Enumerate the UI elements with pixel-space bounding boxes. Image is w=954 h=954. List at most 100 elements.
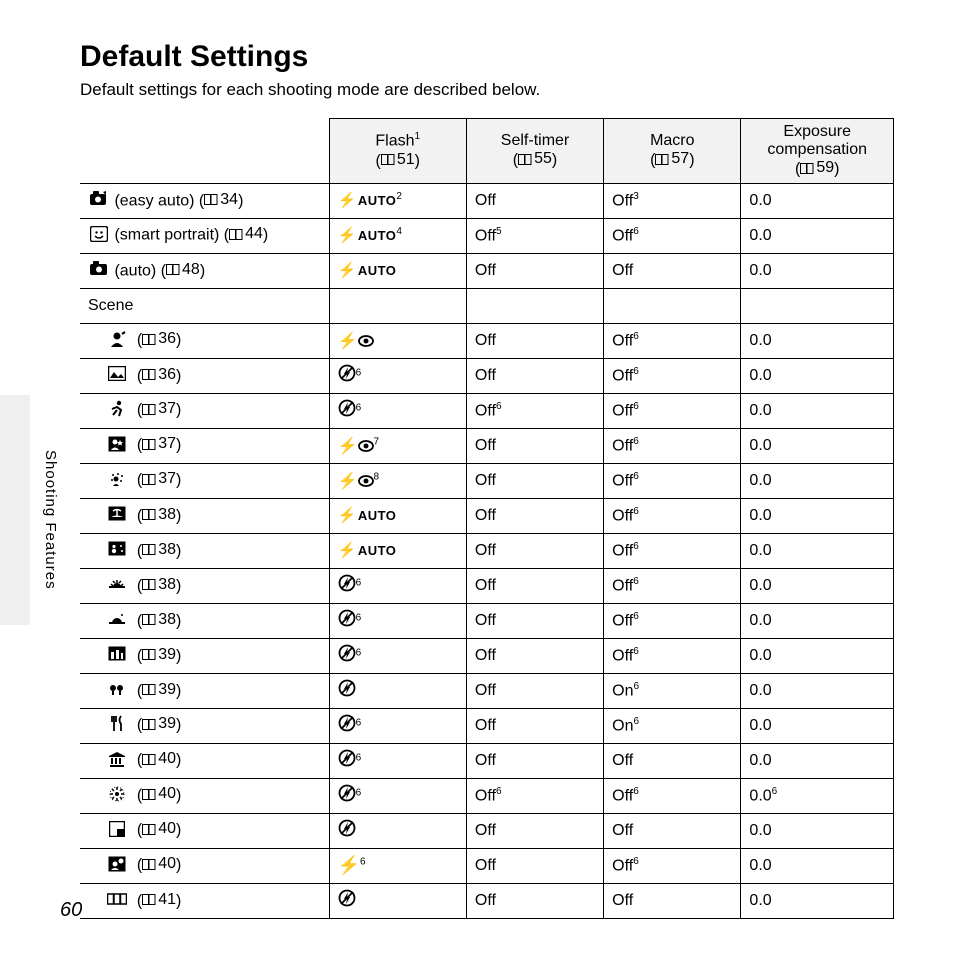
selftimer-cell: Off	[466, 603, 603, 638]
easy-auto-icon	[88, 191, 110, 210]
exposure-cell: 0.06	[741, 778, 894, 813]
mode-cell: (38)	[80, 533, 329, 568]
mode-cell: (39)	[80, 638, 329, 673]
museum-icon	[106, 751, 128, 771]
exposure-cell: 0.0	[741, 533, 894, 568]
macro-cell: Off6	[604, 603, 741, 638]
header-exposure: Exposure compensation (59)	[741, 119, 894, 184]
flash-cell: 6	[329, 603, 466, 638]
table-row: (smart portrait) (44)⚡AUTO4Off5Off60.0	[80, 218, 894, 253]
macro-cell: Off	[604, 883, 741, 918]
selftimer-cell: Off	[466, 813, 603, 848]
macro-cell: Off	[604, 813, 741, 848]
macro-cell: Off6	[604, 323, 741, 358]
header-mode	[80, 119, 329, 184]
selftimer-cell: Off	[466, 708, 603, 743]
exposure-cell: 0.0	[741, 708, 894, 743]
table-row: (40)⚡6OffOff60.0	[80, 848, 894, 883]
table-row: (39)OffOn60.0	[80, 673, 894, 708]
table-row: (37)⚡8OffOff60.0	[80, 463, 894, 498]
selftimer-cell: Off5	[466, 218, 603, 253]
macro-cell: Off6	[604, 393, 741, 428]
table-row: (40)OffOff0.0	[80, 813, 894, 848]
mode-label: (auto) (	[110, 262, 166, 279]
macro-cell: Off6	[604, 568, 741, 603]
mode-cell: (40)	[80, 848, 329, 883]
mode-cell: (38)	[80, 603, 329, 638]
table-row: (40)6OffOff0.0	[80, 743, 894, 778]
flash-cell: ⚡6	[329, 848, 466, 883]
flash-cell: 6	[329, 743, 466, 778]
macro-cell: Off	[604, 743, 741, 778]
flash-cell	[329, 813, 466, 848]
scene-header: Scene	[80, 288, 329, 323]
exposure-cell: 0.0	[741, 638, 894, 673]
settings-table: Flash1 (51) Self-timer (55) Macro (57) E…	[80, 118, 894, 919]
selftimer-cell: Off6	[466, 778, 603, 813]
table-row: (38)6OffOff60.0	[80, 568, 894, 603]
mode-cell: (40)	[80, 813, 329, 848]
exposure-cell: 0.0	[741, 218, 894, 253]
dusk-icon	[106, 612, 128, 630]
mode-cell: (41)	[80, 883, 329, 918]
table-row: (39)6OffOff60.0	[80, 638, 894, 673]
panorama-icon	[106, 892, 128, 910]
table-row: (38)⚡AUTOOffOff60.0	[80, 498, 894, 533]
macro-cell: Off6	[604, 848, 741, 883]
food-icon	[106, 715, 128, 736]
mode-cell: (37)	[80, 393, 329, 428]
mode-cell: (36)	[80, 323, 329, 358]
selftimer-cell: Off	[466, 673, 603, 708]
table-row: (36)6OffOff60.0	[80, 358, 894, 393]
copy-icon	[106, 821, 128, 841]
page-title: Default Settings	[80, 40, 894, 74]
flash-cell	[329, 673, 466, 708]
flash-cell: 6	[329, 393, 466, 428]
table-row: (37)6Off6Off60.0	[80, 393, 894, 428]
auto-icon	[88, 261, 110, 280]
mode-cell: (40)	[80, 778, 329, 813]
snow-icon	[106, 541, 128, 560]
closeup-icon	[106, 681, 128, 700]
night-portrait-icon	[106, 436, 128, 456]
macro-cell: Off6	[604, 358, 741, 393]
selftimer-cell: Off	[466, 568, 603, 603]
beach-icon	[106, 506, 128, 525]
flash-cell: ⚡AUTO	[329, 498, 466, 533]
flash-cell: ⚡	[329, 323, 466, 358]
selftimer-cell: Off	[466, 183, 603, 218]
exposure-cell: 0.0	[741, 323, 894, 358]
macro-cell: On6	[604, 673, 741, 708]
sunset-icon	[106, 577, 128, 595]
exposure-cell: 0.0	[741, 428, 894, 463]
exposure-cell: 0.0	[741, 603, 894, 638]
page-number: 60	[60, 899, 82, 922]
table-row: (36)⚡OffOff60.0	[80, 323, 894, 358]
macro-cell: Off6	[604, 638, 741, 673]
macro-cell: Off6	[604, 778, 741, 813]
mode-cell: (38)	[80, 498, 329, 533]
exposure-cell: 0.0	[741, 498, 894, 533]
portrait-icon	[106, 331, 128, 351]
table-row: (41)OffOff0.0	[80, 883, 894, 918]
exposure-cell: 0.0	[741, 883, 894, 918]
selftimer-cell: Off	[466, 638, 603, 673]
mode-cell: (smart portrait) (44)	[80, 218, 329, 253]
mode-cell: (39)	[80, 673, 329, 708]
table-row: (39)6OffOn60.0	[80, 708, 894, 743]
selftimer-cell: Off6	[466, 393, 603, 428]
selftimer-cell: Off	[466, 428, 603, 463]
mode-cell: (40)	[80, 743, 329, 778]
exposure-cell: 0.0	[741, 393, 894, 428]
macro-cell: Off6	[604, 463, 741, 498]
macro-cell: Off3	[604, 183, 741, 218]
flash-cell: ⚡8	[329, 463, 466, 498]
table-row: (38)⚡AUTOOffOff60.0	[80, 533, 894, 568]
exposure-cell: 0.0	[741, 743, 894, 778]
table-row: (37)⚡7OffOff60.0	[80, 428, 894, 463]
flash-cell: ⚡AUTO4	[329, 218, 466, 253]
mode-cell: (37)	[80, 428, 329, 463]
selftimer-cell: Off	[466, 533, 603, 568]
selftimer-cell: Off	[466, 323, 603, 358]
landscape-icon	[106, 366, 128, 385]
